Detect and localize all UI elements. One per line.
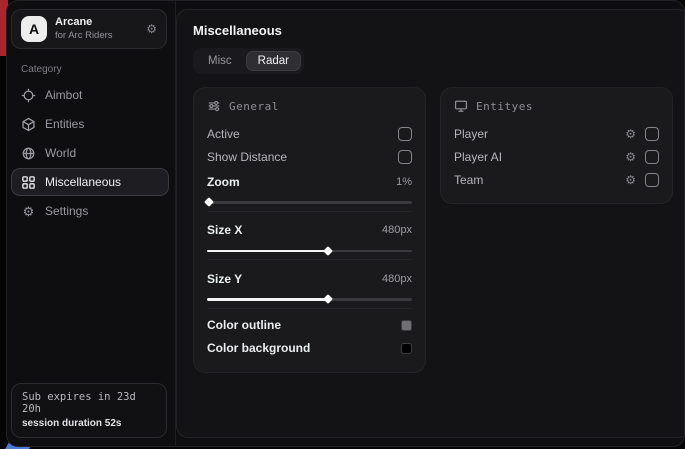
slider-label-row: Size Y 480px <box>207 267 412 290</box>
tab-bar: Misc Radar <box>193 48 304 74</box>
tab-radar[interactable]: Radar <box>246 51 301 71</box>
zoom-slider-group: Zoom 1% <box>207 168 412 204</box>
toggle-row-active: Active <box>207 122 412 145</box>
toggle-label: Show Distance <box>207 150 398 164</box>
entities-card: Entityes Player ⚙ Player AI ⚙ <box>440 87 673 204</box>
slider-label: Size X <box>207 223 382 237</box>
gear-icon[interactable]: ⚙ <box>625 128 636 140</box>
entity-row-team: Team ⚙ <box>454 168 659 191</box>
size-y-slider-group: Size Y 480px <box>207 259 412 301</box>
show-distance-checkbox[interactable] <box>398 150 412 164</box>
general-card-title: General <box>229 100 279 113</box>
color-outline-swatch[interactable] <box>401 320 412 331</box>
toggle-row-show-distance: Show Distance <box>207 145 412 168</box>
zoom-slider[interactable] <box>207 201 412 204</box>
main-panel: Miscellaneous Misc Radar General <box>176 9 685 438</box>
entity-row-player-ai: Player AI ⚙ <box>454 145 659 168</box>
entity-controls: ⚙ <box>625 127 659 141</box>
slider-thumb[interactable] <box>323 246 333 256</box>
entity-controls: ⚙ <box>625 150 659 164</box>
entities-card-title: Entityes <box>476 100 533 113</box>
brand-card: A Arcane for Arc Riders ⚙ <box>11 9 167 49</box>
entity-row-player: Player ⚙ <box>454 122 659 145</box>
active-checkbox[interactable] <box>398 127 412 141</box>
entity-label: Player <box>454 127 625 141</box>
sidebar-item-world[interactable]: World <box>11 139 169 167</box>
gear-icon[interactable]: ⚙ <box>625 151 636 163</box>
sidebar-item-entities[interactable]: Entities <box>11 110 169 138</box>
slider-thumb[interactable] <box>323 294 333 304</box>
brand-subtitle: for Arc Riders <box>55 30 113 42</box>
gear-icon: ⚙ <box>21 205 36 218</box>
crosshair-icon <box>21 88 36 103</box>
sidebar-item-label: Settings <box>45 204 88 218</box>
monitor-icon <box>454 99 468 113</box>
brand-text: Arcane for Arc Riders <box>55 16 113 42</box>
category-label: Category <box>21 64 175 75</box>
slider-label-row: Zoom 1% <box>207 170 412 193</box>
grid-icon <box>21 175 36 190</box>
color-outline-row: Color outline <box>207 314 412 337</box>
sub-expires-text: Sub expires in 23d 20h <box>22 391 156 415</box>
color-background-row: Color background <box>207 337 412 360</box>
toggle-label: Active <box>207 127 398 141</box>
size-x-slider[interactable] <box>207 250 412 253</box>
cube-icon <box>21 117 36 132</box>
sidebar-item-aimbot[interactable]: Aimbot <box>11 81 169 109</box>
general-card-header: General <box>207 99 412 113</box>
slider-label: Zoom <box>207 175 396 189</box>
sidebar-item-label: World <box>45 146 76 160</box>
sidebar-item-label: Aimbot <box>45 88 82 102</box>
general-card: General Active Show Distance Zoom 1% <box>193 87 426 373</box>
entity-label: Player AI <box>454 150 625 164</box>
slider-label: Size Y <box>207 272 382 286</box>
sidebar-item-miscellaneous[interactable]: Miscellaneous <box>11 168 169 196</box>
subscription-card: Sub expires in 23d 20h session duration … <box>11 383 167 438</box>
slider-value: 1% <box>396 176 412 188</box>
slider-thumb[interactable] <box>204 197 214 207</box>
slider-value: 480px <box>382 224 412 236</box>
screen: A Arcane for Arc Riders ⚙ Category Aimbo… <box>0 0 685 449</box>
slider-value: 480px <box>382 273 412 285</box>
slider-fill <box>207 250 328 253</box>
brand-title: Arcane <box>55 16 113 30</box>
slider-fill <box>207 298 328 301</box>
color-rows: Color outline Color background <box>207 308 412 360</box>
tab-misc[interactable]: Misc <box>196 51 244 71</box>
sidebar-item-settings[interactable]: ⚙ Settings <box>11 197 169 225</box>
entities-card-header: Entityes <box>454 99 659 113</box>
sidebar-nav: Aimbot Entities World <box>7 81 175 226</box>
entity-controls: ⚙ <box>625 173 659 187</box>
slider-label-row: Size X 480px <box>207 219 412 242</box>
panel-cards: General Active Show Distance Zoom 1% <box>193 87 673 373</box>
color-label: Color background <box>207 341 401 355</box>
size-x-slider-group: Size X 480px <box>207 211 412 253</box>
globe-icon <box>21 146 36 161</box>
session-duration-text: session duration 52s <box>22 418 156 429</box>
sliders-icon <box>207 99 221 113</box>
gear-icon[interactable]: ⚙ <box>146 23 157 35</box>
color-background-swatch[interactable] <box>401 343 412 354</box>
brand-logo: A <box>21 16 47 42</box>
color-label: Color outline <box>207 318 401 332</box>
team-checkbox[interactable] <box>645 173 659 187</box>
entity-label: Team <box>454 173 625 187</box>
app-window: A Arcane for Arc Riders ⚙ Category Aimbo… <box>6 0 685 447</box>
sidebar-item-label: Entities <box>45 117 84 131</box>
size-y-slider[interactable] <box>207 298 412 301</box>
player-checkbox[interactable] <box>645 127 659 141</box>
sidebar-item-label: Miscellaneous <box>45 175 121 189</box>
player-ai-checkbox[interactable] <box>645 150 659 164</box>
sidebar: A Arcane for Arc Riders ⚙ Category Aimbo… <box>7 1 176 446</box>
gear-icon[interactable]: ⚙ <box>625 174 636 186</box>
page-title: Miscellaneous <box>193 23 673 38</box>
